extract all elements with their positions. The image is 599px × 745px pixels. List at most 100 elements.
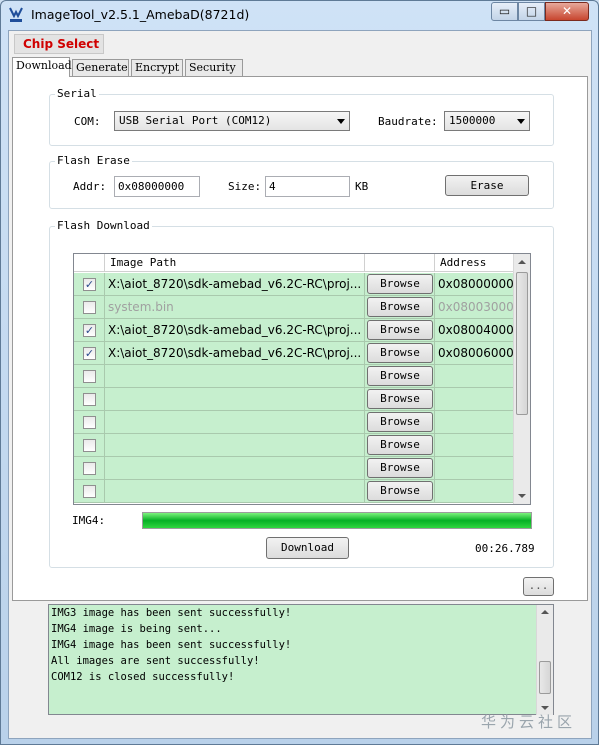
log-output[interactable]: IMG3 image has been sent successfully! IM… xyxy=(48,604,554,715)
address-cell[interactable] xyxy=(435,457,514,479)
path-cell[interactable]: X:\aiot_8720\sdk-amebad_v6.2C-RC\proj... xyxy=(105,273,365,295)
tab-generate[interactable]: Generate xyxy=(72,59,129,76)
header-image-path[interactable]: Image Path xyxy=(105,254,365,272)
browse-button[interactable]: Browse xyxy=(367,435,433,455)
row-checkbox[interactable]: ✓ xyxy=(83,278,96,291)
address-cell[interactable] xyxy=(435,480,514,502)
log-scroll-thumb[interactable] xyxy=(539,661,551,694)
elapsed-time: 00:26.789 xyxy=(475,542,535,555)
erase-button[interactable]: Erase xyxy=(445,175,529,196)
row-checkbox[interactable] xyxy=(83,370,96,383)
minimize-button[interactable]: ▭ xyxy=(491,2,518,21)
row-checkbox[interactable] xyxy=(83,393,96,406)
address-text: 0x08006000 xyxy=(438,346,514,360)
path-cell[interactable]: X:\aiot_8720\sdk-amebad_v6.2C-RC\proj... xyxy=(105,319,365,341)
app-logo-icon xyxy=(9,7,23,22)
maximize-button[interactable]: □ xyxy=(518,2,545,21)
path-cell[interactable] xyxy=(105,434,365,456)
header-address[interactable]: Address xyxy=(435,254,514,272)
tab-security[interactable]: Security xyxy=(185,59,243,76)
path-cell[interactable]: X:\aiot_8720\sdk-amebad_v6.2C-RC\proj... xyxy=(105,342,365,364)
browse-cell: Browse xyxy=(365,457,435,479)
browse-cell: Browse xyxy=(365,434,435,456)
browse-button[interactable]: Browse xyxy=(367,297,433,317)
header-check-column xyxy=(74,254,105,272)
table-row: system.bin Browse 0x08003000 xyxy=(74,296,514,319)
baudrate-label: Baudrate: xyxy=(378,115,438,128)
log-scrollbar[interactable] xyxy=(536,605,553,715)
row-checkbox[interactable] xyxy=(83,416,96,429)
title-bar[interactable]: ImageTool_v2.5.1_AmebaD(8721d) ▭ □ ✕ xyxy=(1,1,598,29)
table-row: ✓ X:\aiot_8720\sdk-amebad_v6.2C-RC\proj..… xyxy=(74,342,514,365)
com-port-select[interactable]: USB Serial Port (COM12) xyxy=(114,111,350,131)
table-row: Browse xyxy=(74,457,514,480)
chevron-down-icon xyxy=(517,119,525,124)
row-checkbox[interactable] xyxy=(83,485,96,498)
address-cell[interactable]: 0x08000000 xyxy=(435,273,514,295)
table-row: Browse xyxy=(74,365,514,388)
check-cell xyxy=(74,365,105,387)
header-browse-column xyxy=(365,254,435,272)
com-port-value: USB Serial Port (COM12) xyxy=(119,114,272,127)
more-button[interactable]: ... xyxy=(523,577,554,596)
table-row: Browse xyxy=(74,480,514,503)
table-scrollbar[interactable] xyxy=(513,254,530,504)
address-cell[interactable]: 0x08004000 xyxy=(435,319,514,341)
path-cell[interactable] xyxy=(105,388,365,410)
scroll-up-icon[interactable] xyxy=(518,260,526,264)
erase-size-input[interactable]: 4 xyxy=(265,176,350,197)
browse-button[interactable]: Browse xyxy=(367,389,433,409)
check-cell: ✓ xyxy=(74,342,105,364)
chevron-down-icon xyxy=(337,119,345,124)
address-cell[interactable]: 0x08003000 xyxy=(435,296,514,318)
path-cell[interactable]: system.bin xyxy=(105,296,365,318)
path-cell[interactable] xyxy=(105,411,365,433)
scroll-down-icon[interactable] xyxy=(541,706,549,710)
address-cell[interactable] xyxy=(435,434,514,456)
scroll-down-icon[interactable] xyxy=(518,494,526,498)
browse-button[interactable]: Browse xyxy=(367,481,433,501)
erase-size-unit: KB xyxy=(355,180,369,193)
row-checkbox[interactable]: ✓ xyxy=(83,324,96,337)
row-checkbox[interactable] xyxy=(83,301,96,314)
download-progress-bar xyxy=(142,512,532,529)
browse-cell: Browse xyxy=(365,273,435,295)
image-table: Image Path Address ✓ X:\aiot_8720\sdk-ame… xyxy=(73,253,531,505)
serial-group-title: Serial xyxy=(55,87,99,100)
browse-button[interactable]: Browse xyxy=(367,274,433,294)
browse-cell: Browse xyxy=(365,411,435,433)
scroll-thumb[interactable] xyxy=(516,272,528,415)
browse-button[interactable]: Browse xyxy=(367,320,433,340)
path-cell[interactable] xyxy=(105,365,365,387)
row-checkbox[interactable] xyxy=(83,439,96,452)
browse-button[interactable]: Browse xyxy=(367,366,433,386)
scroll-up-icon[interactable] xyxy=(541,610,549,614)
tab-encrypt[interactable]: Encrypt xyxy=(131,59,183,76)
browse-button[interactable]: Browse xyxy=(367,458,433,478)
tab-download[interactable]: Download xyxy=(12,57,72,77)
row-checkbox[interactable]: ✓ xyxy=(83,347,96,360)
browse-button[interactable]: Browse xyxy=(367,343,433,363)
chip-select-button[interactable]: Chip Select xyxy=(14,34,104,54)
table-header: Image Path Address xyxy=(74,254,514,272)
path-cell[interactable] xyxy=(105,457,365,479)
address-cell[interactable] xyxy=(435,411,514,433)
flash-erase-group-title: Flash Erase xyxy=(55,154,132,167)
browse-button[interactable]: Browse xyxy=(367,412,433,432)
table-row: Browse xyxy=(74,434,514,457)
close-button[interactable]: ✕ xyxy=(545,2,589,21)
download-button[interactable]: Download xyxy=(266,537,349,559)
erase-addr-input[interactable]: 0x08000000 xyxy=(114,176,200,197)
table-row: Browse xyxy=(74,388,514,411)
address-cell[interactable] xyxy=(435,388,514,410)
address-cell[interactable]: 0x08006000 xyxy=(435,342,514,364)
image-path-text: X:\aiot_8720\sdk-amebad_v6.2C-RC\proj... xyxy=(108,277,362,291)
address-cell[interactable] xyxy=(435,365,514,387)
baudrate-value: 1500000 xyxy=(449,114,496,127)
check-cell xyxy=(74,296,105,318)
baudrate-select[interactable]: 1500000 xyxy=(444,111,530,131)
row-checkbox[interactable] xyxy=(83,462,96,475)
check-cell: ✓ xyxy=(74,319,105,341)
flash-download-group-title: Flash Download xyxy=(55,219,152,232)
path-cell[interactable] xyxy=(105,480,365,502)
